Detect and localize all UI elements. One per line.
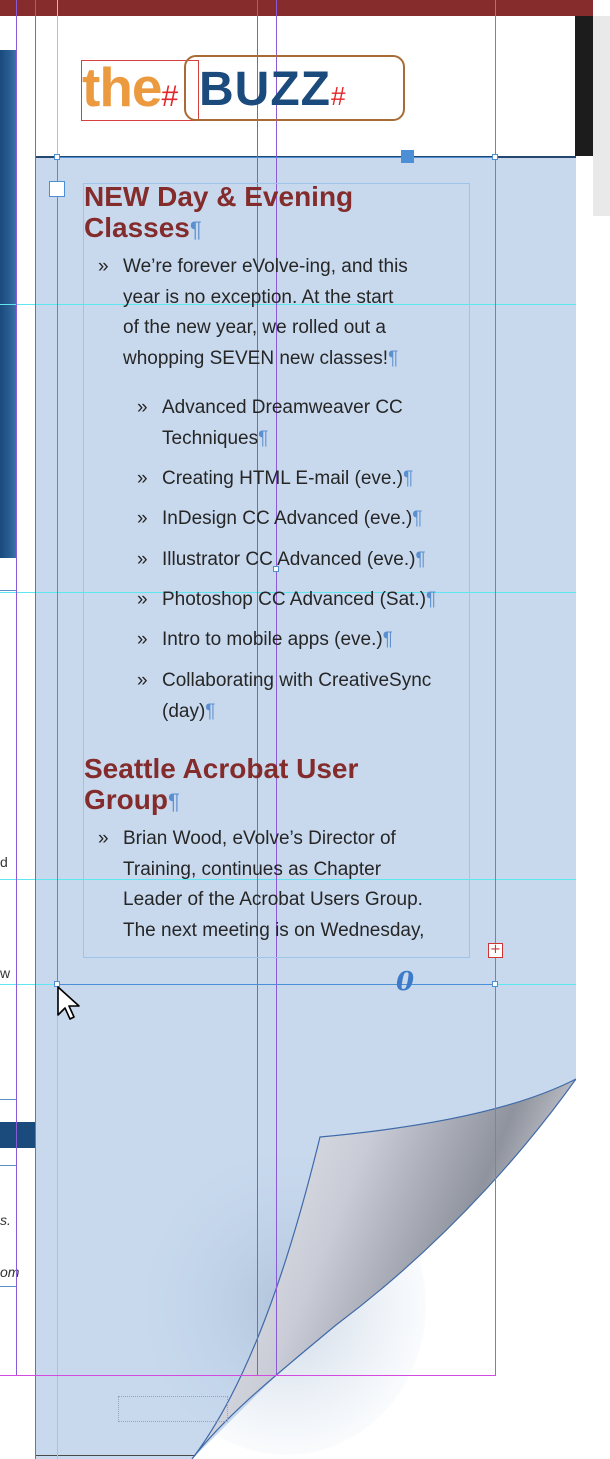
left-page-band	[0, 1122, 36, 1148]
logo-buzz: BUZZ#	[199, 63, 347, 116]
document-top-bar	[0, 0, 610, 16]
frame-position-handle[interactable]	[401, 150, 414, 163]
bullet-icon: »	[137, 508, 148, 529]
pasteboard-right-shade	[593, 16, 610, 216]
overset-text-icon[interactable]: +	[488, 943, 503, 958]
margin-guide	[0, 1375, 496, 1376]
in-port-icon[interactable]	[49, 181, 65, 197]
class-list-item: » InDesign CC Advanced (eve.)¶	[137, 504, 482, 535]
bullet-icon: »	[98, 256, 109, 277]
bullet-icon: »	[137, 397, 148, 418]
column-guide	[16, 0, 17, 1376]
article1-intro: » We’re forever eVolve-ing, and this yea…	[98, 252, 463, 374]
bullet-icon: »	[137, 589, 148, 610]
mouse-pointer-icon	[57, 986, 80, 1020]
left-page-snippet: w	[0, 965, 11, 981]
article2-heading: Seattle Acrobat User Group¶	[84, 753, 359, 815]
left-page-snippet: s.	[0, 1212, 11, 1228]
bullet-icon: »	[137, 468, 148, 489]
resize-handle[interactable]	[54, 154, 60, 160]
bullet-icon: »	[137, 670, 148, 691]
pasteboard-edge	[575, 16, 593, 156]
class-list-item: » Collaborating with CreativeSync (day)¶	[137, 666, 482, 727]
column-guide	[35, 0, 36, 1459]
class-list-item: » Illustrator CC Advanced (eve.)¶	[137, 545, 482, 576]
bullet-icon: »	[98, 828, 109, 849]
class-list-item: » Photoshop CC Advanced (Sat.)¶	[137, 585, 482, 616]
bullet-icon: »	[137, 629, 148, 650]
class-list-item: » Intro to mobile apps (eve.)¶	[137, 625, 482, 656]
link-indicator-icon[interactable]: 0	[396, 967, 414, 997]
logo-frame-selection[interactable]	[81, 60, 199, 121]
pasteboard-right	[593, 0, 610, 1459]
resize-handle[interactable]	[492, 981, 498, 987]
article2-body: » Brian Wood, eVolve’s Director of Train…	[98, 824, 468, 946]
class-list-item: » Creating HTML E-mail (eve.)¶	[137, 464, 482, 495]
resize-handle[interactable]	[492, 154, 498, 160]
article1-heading: NEW Day & Evening Classes¶	[84, 181, 354, 243]
class-list-item: » Advanced Dreamweaver CC Techniques¶	[137, 393, 482, 454]
bullet-icon: »	[137, 549, 148, 570]
left-page-text-frame[interactable]	[0, 590, 17, 1100]
empty-frame[interactable]	[118, 1396, 228, 1422]
left-page-snippet: d	[0, 854, 8, 870]
